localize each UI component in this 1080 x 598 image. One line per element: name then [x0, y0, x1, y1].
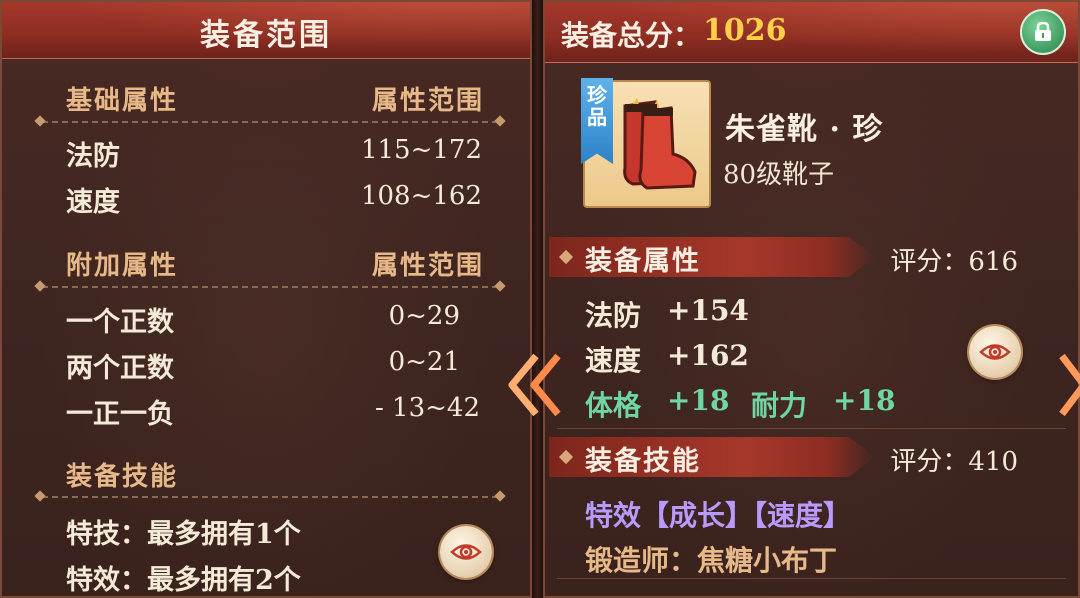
attributes-score: 评分：616	[890, 241, 1018, 278]
left-header: 装备范围	[0, 0, 532, 59]
equipment-range-panel: 装备范围 基础属性 属性范围 法防 115~172 速度 108~162 附加属…	[0, 0, 532, 598]
skill-effect: 特效【成长】【速度】	[585, 499, 852, 532]
divider	[42, 121, 498, 123]
total-score-value: 1026	[703, 13, 787, 48]
eye-icon	[979, 344, 1011, 360]
item-name: 朱雀靴 · 珍	[725, 112, 884, 147]
double-chevron-left-icon	[508, 353, 561, 417]
panel-title: 装备范围	[200, 18, 332, 53]
extra-stat-value: +18	[667, 384, 730, 417]
extra-row-label: 一个正数	[66, 307, 174, 338]
next-arrow-button[interactable]	[1056, 350, 1080, 420]
score-value: 410	[968, 447, 1018, 477]
extra-stat-label: 耐力	[751, 389, 808, 422]
extra-stat-label: 体格	[585, 389, 642, 422]
extra-row-value: 0~21	[388, 347, 460, 377]
stat-label: 速度	[585, 344, 642, 377]
rarity-char: 珍	[587, 83, 607, 107]
skills-score: 评分：410	[890, 441, 1018, 478]
eye-icon	[450, 544, 482, 560]
stat-label: 法防	[585, 299, 642, 332]
lock-button[interactable]	[1020, 9, 1066, 55]
divider	[42, 496, 498, 498]
panel-gap	[532, 0, 543, 598]
lock-icon	[1035, 22, 1051, 41]
chevron-right-icon	[1059, 353, 1080, 417]
stat-value: +162	[667, 339, 749, 372]
extra-stat-value: +18	[833, 384, 896, 417]
basic-attr-header: 基础属性	[66, 86, 179, 116]
right-header: 装备总分： 1026	[543, 0, 1080, 63]
attributes-header: 装备属性	[585, 246, 701, 277]
skills-header: 装备技能	[585, 446, 701, 477]
extra-row-label: 一正一负	[66, 399, 174, 430]
rarity-tag: 珍 品	[581, 78, 613, 164]
total-score-label: 装备总分：	[561, 19, 702, 52]
basic-row-label: 速度	[66, 187, 120, 218]
eye-button[interactable]	[440, 526, 492, 578]
score-label: 评分：	[890, 447, 969, 477]
prev-arrow-button[interactable]	[506, 350, 564, 420]
stat-value: +154	[667, 294, 749, 327]
extra-range-header: 属性范围	[371, 251, 484, 281]
skills-header: 装备技能	[66, 462, 179, 492]
extra-attr-header: 附加属性	[66, 251, 179, 281]
extra-row-value: 0~29	[388, 301, 460, 331]
rarity-char: 品	[587, 105, 607, 129]
section-divider	[557, 578, 1066, 579]
forger: 锻造师：焦糖小布丁	[585, 544, 838, 577]
equipment-detail-panel: 装备总分： 1026 珍 品 朱雀靴 · 珍 80级靴子 装备属性 评分：616	[543, 0, 1080, 598]
basic-range-header: 属性范围	[371, 86, 484, 116]
divider	[42, 286, 498, 288]
basic-row-label: 法防	[66, 141, 120, 172]
skill-rule-text: 特效：最多拥有2个	[66, 565, 301, 596]
eye-button[interactable]	[969, 326, 1021, 378]
basic-row-value: 108~162	[360, 181, 482, 211]
section-divider	[557, 428, 1066, 429]
skill-rule-text: 特技：最多拥有1个	[66, 519, 301, 550]
item-level: 80级靴子	[723, 160, 835, 190]
extra-row-label: 两个正数	[66, 353, 174, 384]
basic-row-value: 115~172	[360, 135, 482, 165]
score-value: 616	[968, 247, 1018, 277]
score-label: 评分：	[890, 247, 969, 277]
extra-row-value: - 13~42	[374, 393, 480, 423]
